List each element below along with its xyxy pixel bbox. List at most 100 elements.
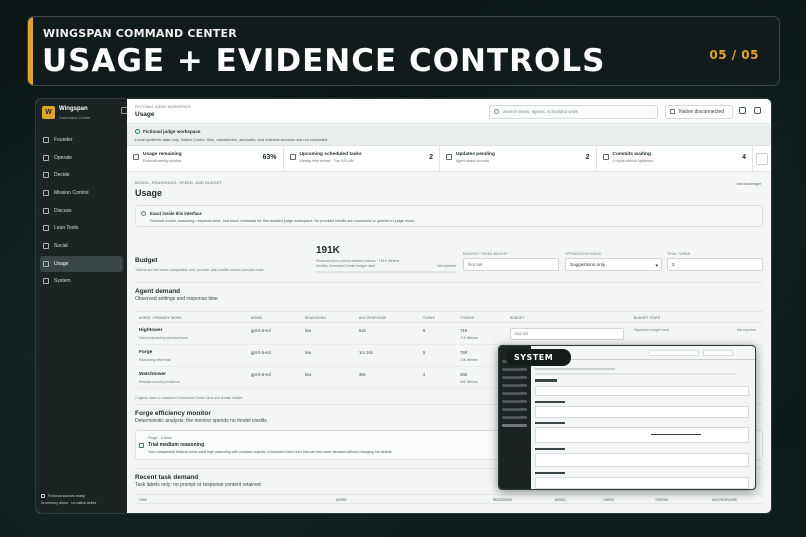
mini-heading: [535, 472, 565, 474]
mini-nav-item: [502, 392, 527, 395]
commit-icon: [602, 154, 609, 160]
sidebar-item-system[interactable]: System: [40, 274, 123, 290]
optimization-mode-select[interactable]: Suggestions only ▾: [565, 258, 662, 271]
diamond-icon: [43, 172, 49, 179]
agent-tokens: 71K: [460, 328, 468, 333]
info-icon: [141, 211, 146, 216]
sidebar-item-label: Usage: [54, 260, 69, 267]
agent-turns: 5: [423, 350, 426, 355]
agent-reasoning: low: [305, 328, 312, 333]
col-reasoning: REASONING: [493, 498, 513, 502]
refresh-button[interactable]: [753, 146, 771, 171]
stat-updates-pending[interactable]: Updates pending Agent status records 2: [440, 146, 597, 171]
search-input[interactable]: Search views, agents, scheduled work: [489, 105, 658, 119]
agent-reasoning: low: [305, 350, 312, 355]
stat-label: Upcoming scheduled tasks: [299, 152, 362, 157]
breadcrumb: FICTIONAL JUDGE WORKSPACE: [135, 105, 191, 109]
mini-panel: [535, 386, 749, 396]
agent-avg-response: 1m 14s: [359, 350, 373, 355]
sidebar-item-founder[interactable]: Founder: [40, 132, 123, 148]
section-title: Usage: [135, 188, 163, 198]
agent-tokens-sub: 71K lifetime: [460, 336, 478, 340]
divider: [135, 282, 763, 283]
mini-heading: [535, 448, 565, 450]
search-placeholder: Search views, agents, scheduled work: [503, 109, 578, 114]
sidebar-item-decide[interactable]: Decide: [40, 167, 123, 183]
mini-text: [535, 373, 735, 375]
forge-box-title: Trial medium reasoning: [148, 442, 205, 448]
sidebar-item-label: System: [54, 278, 71, 285]
refresh-icon: [446, 154, 452, 160]
trial-turns-input[interactable]: 3: [667, 258, 763, 271]
sidebar-item-social[interactable]: Social: [40, 238, 123, 254]
budget-title: Budget: [135, 257, 158, 264]
stat-sub: 1 repos without upstream: [612, 159, 653, 163]
col-avg-response: AVG RESPONSE: [359, 316, 387, 320]
banner-title: Fictional judge workspace: [143, 129, 201, 134]
mini-heading: [535, 379, 557, 382]
table-row[interactable]: Hightower Client onboarding standard wor…: [135, 323, 763, 345]
mini-nav-item: [502, 416, 527, 419]
forge-sub: Deterministic analysis; the monitor spen…: [135, 418, 267, 424]
link-icon: [670, 109, 675, 114]
col-turns: TURNS: [423, 316, 435, 320]
stat-label: Updates pending: [456, 152, 495, 157]
budget-used-label: Hightower budget used: [634, 328, 669, 332]
share-icon: [43, 243, 49, 250]
exact-notice: Exact inside this interface Fictional mo…: [135, 205, 763, 227]
sidebar-item-mission-control[interactable]: Mission Control: [40, 185, 123, 201]
tools-icon: [43, 225, 49, 232]
budget-bar-track: [316, 271, 456, 273]
sidebar-item-lean-tools[interactable]: Lean Tools: [40, 220, 123, 236]
col-model: MODEL: [555, 498, 567, 502]
user-icon: [43, 136, 49, 143]
mini-heading: [535, 422, 565, 424]
sidebar-item-discuss[interactable]: Discuss: [40, 203, 123, 219]
ledger-link[interactable]: Live local ledger: [736, 182, 761, 186]
stat-scheduled-tasks[interactable]: Upcoming scheduled tasks Weekly fleet rev…: [284, 146, 440, 171]
forge-kicker: Forge · 4 turns: [148, 436, 172, 440]
stats-strip: Usage remaining Fictional weekly window 63…: [127, 146, 771, 172]
col-model: MODEL: [251, 316, 264, 320]
mini-status: [703, 350, 733, 356]
mini-search: [649, 350, 699, 356]
monthly-budget-input[interactable]: Not set: [463, 258, 559, 271]
mini-nav-item: [502, 368, 527, 371]
stat-commits-waiting[interactable]: Commits waiting 1 repos without upstream 4: [597, 146, 753, 171]
forge-box-text: Your comparable fictional turns used hig…: [148, 450, 393, 454]
mini-nav-item: [502, 408, 527, 411]
mini-nav-item: [502, 384, 527, 387]
sidebar-item-label: Discuss: [54, 207, 72, 214]
mini-nav-item: [502, 400, 527, 403]
calendar-icon: [289, 154, 296, 160]
native-status-button[interactable]: Native disconnected: [665, 105, 733, 119]
col-budget-state: BUDGET STATE: [634, 316, 661, 320]
bell-icon[interactable]: [739, 107, 746, 114]
brand-name: Wingspan: [59, 106, 88, 112]
agent-tokens: 74K: [460, 350, 468, 355]
banner-text: Local synthetic data only. Native Codex,…: [135, 137, 329, 142]
sidebar-footer: Fictional sources ready In-memory demo ·…: [41, 493, 96, 507]
agent-work: Reasoning-effort trial: [139, 358, 171, 362]
agent-work: Client onboarding standard work: [139, 336, 188, 340]
budget-bar-state: Not reported: [437, 264, 456, 268]
agent-tokens: 46K: [460, 372, 468, 377]
sidebar-item-label: Lean Tools: [54, 225, 79, 232]
mini-nav-item: [502, 424, 527, 427]
chart-icon: [43, 260, 49, 267]
demand-footnote: 3 agents have no measured Command Center…: [135, 396, 244, 400]
stat-value: 4: [742, 154, 746, 161]
sidebar-item-usage[interactable]: Usage: [40, 255, 123, 272]
check-icon: [135, 129, 140, 134]
agent-avg-response: 38s: [359, 372, 366, 377]
stat-usage-remaining[interactable]: Usage remaining Fictional weekly window 63…: [127, 146, 284, 171]
sidebar-item-operate[interactable]: Operate: [40, 150, 123, 166]
agent-budget-input[interactable]: Not set: [510, 328, 624, 340]
sidebar-item-label: Founder: [54, 136, 73, 143]
exact-title: Exact inside this interface: [150, 211, 202, 216]
sidebar-item-label: Social: [54, 243, 68, 250]
optimization-mode-value: Suggestions only: [570, 262, 605, 267]
sidebar: W Wingspan Command Center Founder Operat…: [36, 99, 128, 513]
menu-icon[interactable]: [754, 107, 761, 114]
col-task: TASK: [139, 498, 148, 502]
